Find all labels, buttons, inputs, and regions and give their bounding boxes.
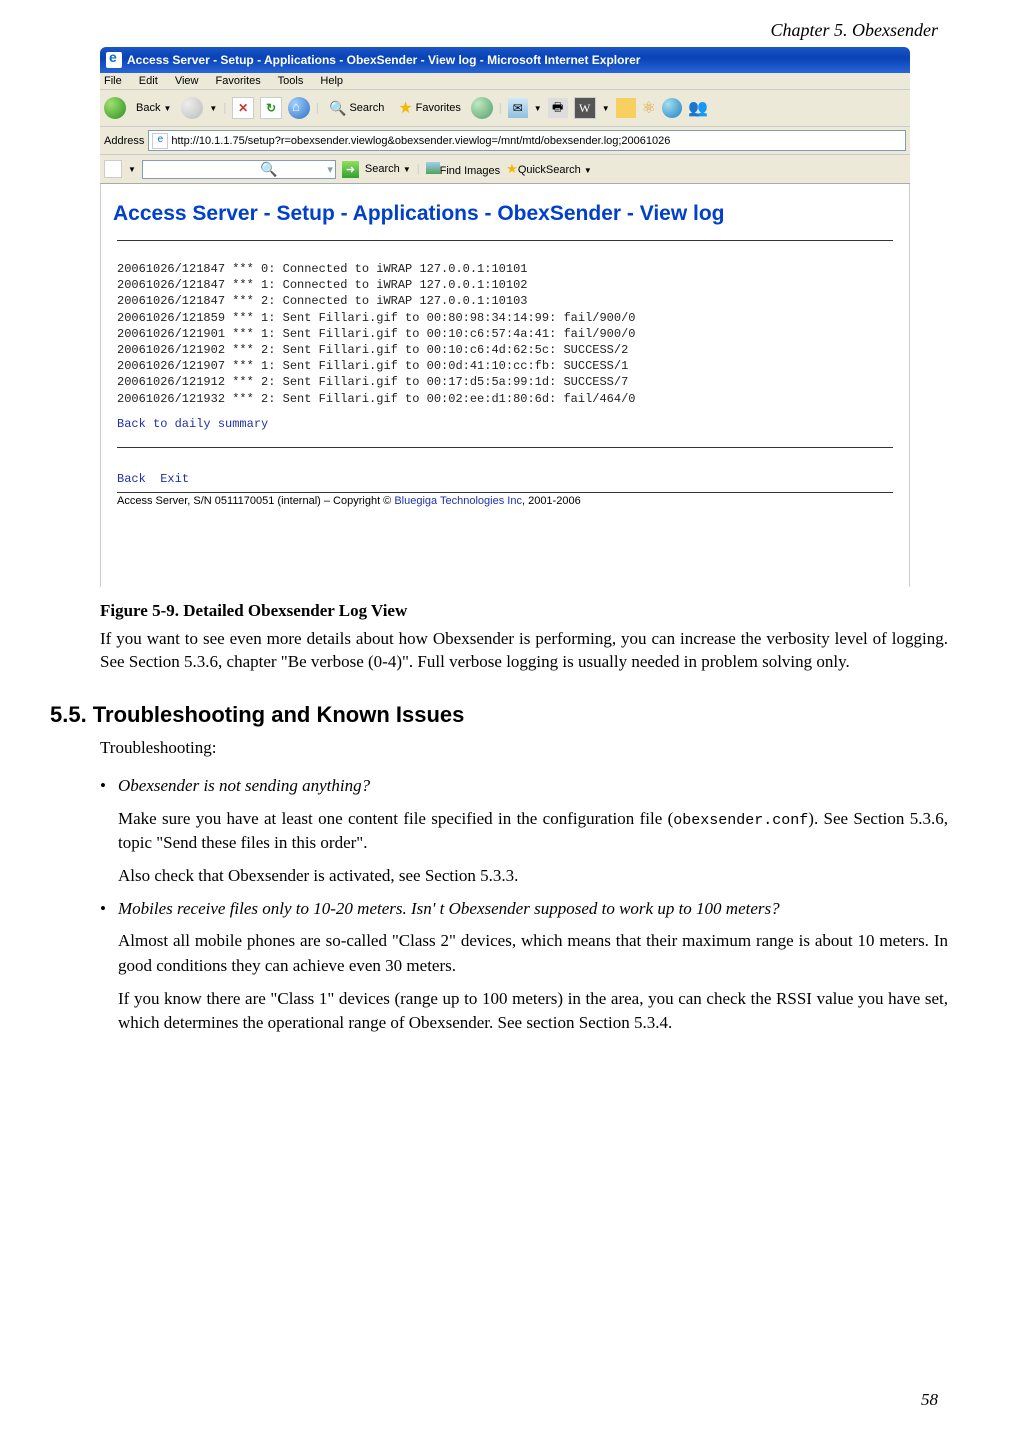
url-text: http://10.1.1.75/setup?r=obexsender.view… [171,135,670,147]
menu-tools[interactable]: Tools [278,75,304,87]
exit-link[interactable]: Exit [160,472,189,486]
home-icon[interactable]: ⌂ [288,97,310,119]
chapter-header: Chapter 5. Obexsender [50,20,938,41]
browser-screenshot: Access Server - Setup - Applications - O… [100,47,910,587]
bluegiga-link[interactable]: Bluegiga Technologies Inc [394,495,522,507]
question: Obexsender is not sending anything? [118,776,370,795]
menu-help[interactable]: Help [320,75,343,87]
search-btn[interactable]: Search ▼ [365,163,411,175]
forward-icon[interactable] [181,97,203,119]
body-paragraph: If you want to see even more details abo… [100,627,948,675]
print-icon[interactable]: 🖶 [548,98,568,118]
page-heading: Access Server - Setup - Applications - O… [101,184,909,234]
back-icon[interactable] [104,97,126,119]
answer-para: If you know there are "Class 1" devices … [118,987,948,1036]
question: Mobiles receive files only to 10-20 mete… [118,899,780,918]
search-button[interactable]: 🔍Search [325,98,388,119]
address-label: Address [104,135,144,147]
history-icon[interactable] [471,97,493,119]
menu-view[interactable]: View [175,75,199,87]
refresh-icon[interactable]: ↻ [260,97,282,119]
code-inline: obexsender.conf [673,812,808,829]
mail-icon[interactable]: ✉ [508,98,528,118]
back-summary-link[interactable]: Back to daily summary [101,407,284,441]
back-button[interactable]: Back ▼ [132,100,175,116]
divider [117,240,893,241]
figure-caption: Figure 5-9. Detailed Obexsender Log View [100,601,948,621]
troubleshooting-label: Troubleshooting: [100,736,948,760]
address-bar: Address e http://10.1.1.75/setup?r=obexs… [100,127,910,155]
window-title: Access Server - Setup - Applications - O… [127,53,640,67]
people-icon[interactable]: 👥 [688,98,708,118]
search-toolbar: ▼ 🔍 ▾ ➜ Search ▼ | Find Images ★QuickSea… [100,155,910,184]
answer-para: Also check that Obexsender is activated,… [118,864,948,889]
go-icon[interactable]: ➜ [342,161,359,178]
toolbar: Back ▼ ▼ | ✕ ↻ ⌂ | 🔍Search ★Favorites | … [100,90,910,127]
menubar: File Edit View Favorites Tools Help [100,73,910,90]
list-item: Obexsender is not sending anything? Make… [100,774,948,889]
page-number: 58 [921,1390,938,1410]
answer-para: Make sure you have at least one content … [118,807,948,856]
feed-icon[interactable]: ⚛ [642,98,656,118]
menu-file[interactable]: File [104,75,122,87]
page-content: Access Server - Setup - Applications - O… [100,184,910,587]
window-titlebar: Access Server - Setup - Applications - O… [100,47,910,73]
menu-favorites[interactable]: Favorites [216,75,261,87]
list-item: Mobiles receive files only to 10-20 mete… [100,897,948,1036]
ie-icon [106,52,122,68]
back-link[interactable]: Back [117,472,146,486]
section-heading: 5.5. Troubleshooting and Known Issues [50,702,948,728]
divider [117,447,893,448]
copyright: Access Server, S/N 0511170051 (internal)… [117,492,893,507]
troubleshooting-list: Obexsender is not sending anything? Make… [100,774,948,1036]
toolbar-logo-icon[interactable] [104,160,122,178]
w-icon[interactable]: W [574,97,596,119]
find-images-button[interactable]: Find Images [426,162,501,177]
globe-icon[interactable] [662,98,682,118]
stop-icon[interactable]: ✕ [232,97,254,119]
answer-para: Almost all mobile phones are so-called "… [118,929,948,978]
menu-edit[interactable]: Edit [139,75,158,87]
search-input[interactable]: 🔍 ▾ [142,160,336,179]
log-output: 20061026/121847 *** 0: Connected to iWRA… [101,247,909,407]
quicksearch-button[interactable]: ★QuickSearch ▼ [506,161,592,177]
footer-links: Back Exit [101,454,909,488]
folder-icon[interactable] [616,98,636,118]
address-input[interactable]: e http://10.1.1.75/setup?r=obexsender.vi… [148,130,906,151]
favorites-button[interactable]: ★Favorites [394,96,465,120]
